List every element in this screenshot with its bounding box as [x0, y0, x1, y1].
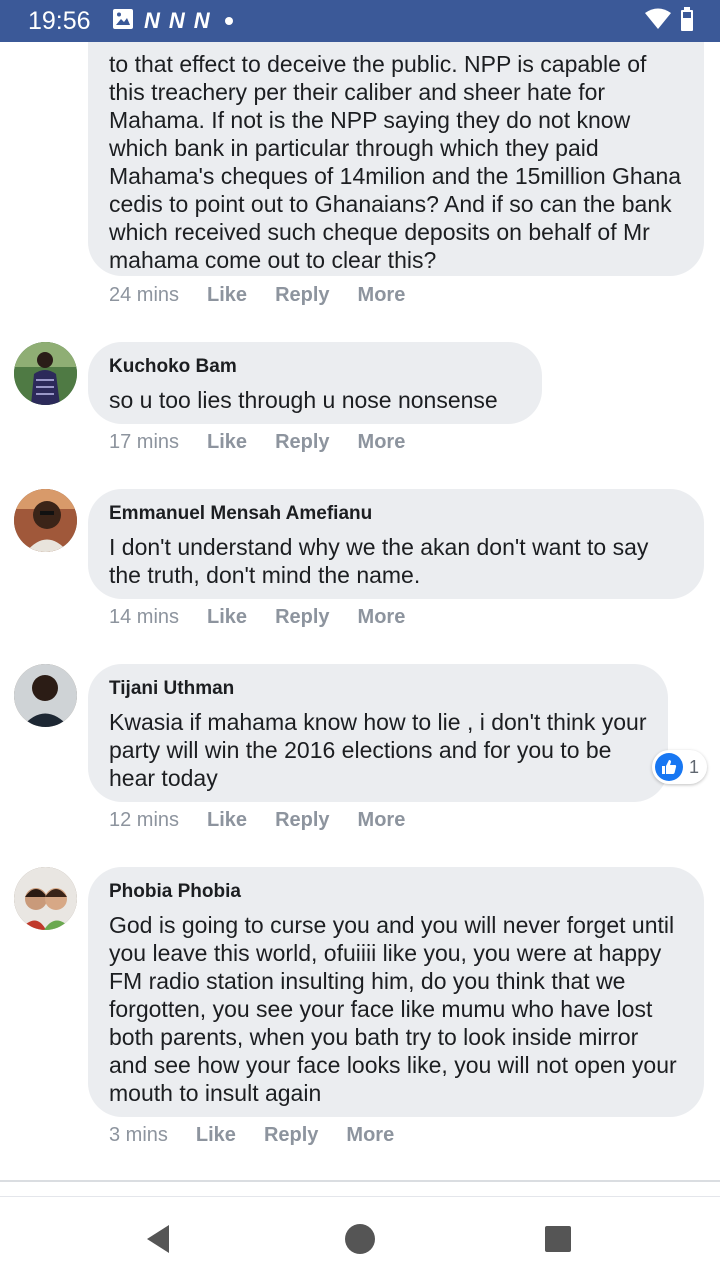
reply-button[interactable]: Reply: [275, 283, 329, 307]
comment-author[interactable]: Emmanuel Mensah Amefianu: [109, 501, 683, 527]
reply-button[interactable]: Reply: [275, 430, 329, 454]
status-bar: 19:56 N N N: [0, 0, 720, 42]
like-button[interactable]: Like: [207, 430, 247, 454]
divider: [0, 1180, 720, 1182]
recents-icon: [545, 1226, 571, 1252]
home-button[interactable]: [320, 1197, 400, 1281]
more-button[interactable]: More: [358, 808, 406, 832]
back-button[interactable]: [118, 1197, 198, 1281]
comment-actions: 3 mins Like Reply More: [109, 1123, 422, 1147]
n-notification-icon: N: [168, 8, 185, 33]
status-notification-icons: N N N: [112, 8, 233, 35]
comment-text: God is going to curse you and you will n…: [109, 912, 677, 1106]
comment-time: 14 mins: [109, 606, 180, 628]
n-notification-icon: N: [144, 8, 160, 33]
comment-bubble[interactable]: Phobia Phobia God is going to curse you …: [88, 867, 704, 1117]
comment-time: 24 mins: [109, 284, 180, 306]
status-system-icons: [644, 6, 694, 36]
comments-list[interactable]: to that effect to deceive the public. NP…: [0, 42, 720, 1180]
reply-button[interactable]: Reply: [264, 1123, 318, 1147]
comment-actions: 12 mins Like Reply More: [109, 808, 433, 832]
status-time: 19:56: [28, 7, 91, 35]
comment-author[interactable]: Tijani Uthman: [109, 676, 647, 702]
comment-author[interactable]: Kuchoko Bam: [109, 354, 521, 380]
avatar[interactable]: [14, 489, 77, 552]
comment-bubble[interactable]: Tijani Uthman Kwasia if mahama know how …: [88, 664, 668, 802]
like-button[interactable]: Like: [207, 283, 247, 307]
more-button[interactable]: More: [358, 283, 406, 307]
comment-actions: 24 mins Like Reply More: [109, 283, 433, 307]
comment-text: I don't understand why we the akan don't…: [109, 534, 649, 588]
battery-icon: [680, 6, 694, 36]
reaction-badge[interactable]: 1: [652, 750, 708, 784]
comment-time: 12 mins: [109, 809, 180, 831]
comment-author[interactable]: Phobia Phobia: [109, 879, 683, 905]
reply-button[interactable]: Reply: [275, 605, 329, 629]
more-button[interactable]: More: [358, 430, 406, 454]
thumbs-up-icon: [655, 753, 683, 781]
more-button[interactable]: More: [346, 1123, 394, 1147]
comment-actions: 17 mins Like Reply More: [109, 430, 433, 454]
comment-bubble[interactable]: Emmanuel Mensah Amefianu I don't underst…: [88, 489, 704, 599]
recents-button[interactable]: [518, 1197, 598, 1281]
avatar[interactable]: [14, 664, 77, 727]
home-icon: [345, 1224, 375, 1254]
comment-text: to that effect to deceive the public. NP…: [109, 51, 682, 273]
navigation-bar: [0, 1196, 720, 1280]
more-button[interactable]: More: [358, 605, 406, 629]
like-button[interactable]: Like: [207, 605, 247, 629]
like-button[interactable]: Like: [207, 808, 247, 832]
comment-text: so u too lies through u nose nonsense: [109, 387, 498, 413]
reaction-count: 1: [689, 756, 700, 777]
wifi-icon: [644, 8, 672, 35]
comment-time: 3 mins: [109, 1124, 168, 1146]
back-icon: [147, 1225, 169, 1253]
comment-actions: 14 mins Like Reply More: [109, 605, 433, 629]
comment-bubble[interactable]: Kuchoko Bam so u too lies through u nose…: [88, 342, 542, 424]
reply-button[interactable]: Reply: [275, 808, 329, 832]
comment-bubble[interactable]: to that effect to deceive the public. NP…: [88, 42, 704, 276]
image-icon: [112, 8, 134, 35]
comment-time: 17 mins: [109, 431, 180, 453]
avatar[interactable]: [14, 867, 77, 930]
avatar[interactable]: [14, 342, 77, 405]
n-notification-icon: N: [193, 8, 210, 33]
like-button[interactable]: Like: [196, 1123, 236, 1147]
comment-text: Kwasia if mahama know how to lie , i don…: [109, 709, 647, 791]
dot-icon: [224, 17, 233, 25]
